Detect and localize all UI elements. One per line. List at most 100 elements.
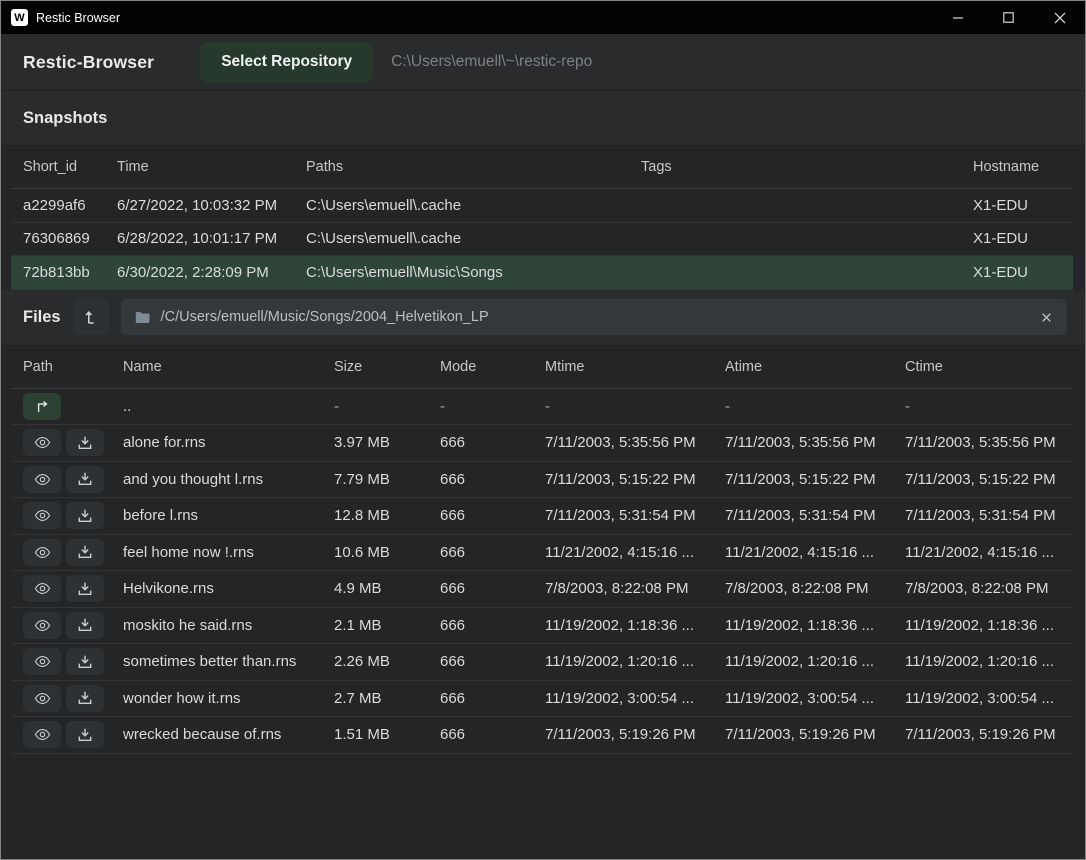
file-row: before l.rns12.8 MB6667/11/2003, 5:31:54…	[11, 498, 1073, 535]
file-mode: 666	[440, 507, 545, 524]
preview-button[interactable]	[23, 612, 61, 639]
download-button[interactable]	[66, 612, 104, 639]
file-mtime: 7/8/2003, 8:22:08 PM	[545, 580, 725, 597]
file-row: wrecked because of.rns1.51 MB666 7/11/200…	[11, 717, 1073, 754]
file-name: before l.rns	[123, 507, 334, 524]
file-size: -	[334, 398, 440, 415]
file-ctime: 11/19/2002, 1:18:36 ...	[905, 617, 1073, 634]
file-size: 2.1 MB	[334, 617, 440, 634]
header-bar: Restic-Browser Select Repository C:\User…	[1, 34, 1085, 91]
maximize-button[interactable]	[983, 1, 1034, 34]
snapshot-short-id: 76306869	[23, 230, 117, 247]
file-atime: 11/19/2002, 1:20:16 ...	[725, 653, 905, 670]
snapshots-table-body: a2299af66/27/2022, 10:03:32 PMC:\Users\e…	[1, 189, 1085, 290]
download-icon	[77, 471, 93, 487]
files-bar: Files /C/Users/emuell/Music/Songs/2004_H…	[1, 290, 1085, 346]
column-time: Time	[117, 159, 306, 175]
eye-icon	[34, 434, 51, 451]
file-atime: 7/11/2003, 5:35:56 PM	[725, 434, 905, 451]
files-title: Files	[23, 308, 61, 327]
file-mode: 666	[440, 617, 545, 634]
preview-button[interactable]	[23, 502, 61, 529]
file-size: 1.51 MB	[334, 726, 440, 743]
current-path-input[interactable]: /C/Users/emuell/Music/Songs/2004_Helveti…	[121, 299, 1067, 335]
snapshot-row[interactable]: 763068696/28/2022, 10:01:17 PMC:\Users\e…	[11, 223, 1073, 257]
file-atime: 7/11/2003, 5:15:22 PM	[725, 471, 905, 488]
column-name: Name	[123, 359, 334, 375]
preview-button[interactable]	[23, 539, 61, 566]
row-actions	[23, 393, 123, 420]
file-name: ..	[123, 398, 334, 415]
download-icon	[77, 544, 93, 560]
snapshots-title: Snapshots	[23, 109, 107, 128]
file-mode: 666	[440, 544, 545, 561]
file-mtime: 11/19/2002, 1:20:16 ...	[545, 653, 725, 670]
snapshot-time: 6/27/2022, 10:03:32 PM	[117, 197, 306, 214]
column-hostname: Hostname	[973, 159, 1073, 175]
folder-icon	[134, 309, 151, 326]
download-button[interactable]	[66, 685, 104, 712]
preview-button[interactable]	[23, 721, 61, 748]
file-ctime: 11/19/2002, 3:00:54 ...	[905, 690, 1073, 707]
window-controls	[932, 1, 1085, 34]
column-atime: Atime	[725, 359, 905, 375]
row-actions	[23, 721, 123, 748]
file-atime: 11/19/2002, 3:00:54 ...	[725, 690, 905, 707]
file-mode: 666	[440, 434, 545, 451]
file-name: wonder how it.rns	[123, 690, 334, 707]
app-title: Restic-Browser	[23, 52, 154, 73]
go-up-button[interactable]	[23, 393, 61, 420]
file-name: wrecked because of.rns	[123, 726, 334, 743]
select-repository-button[interactable]: Select Repository	[200, 42, 373, 83]
snapshot-row[interactable]: a2299af66/27/2022, 10:03:32 PMC:\Users\e…	[11, 189, 1073, 223]
eye-icon	[34, 653, 51, 670]
eye-icon	[34, 690, 51, 707]
eye-icon	[34, 726, 51, 743]
preview-button[interactable]	[23, 429, 61, 456]
file-size: 7.79 MB	[334, 471, 440, 488]
download-button[interactable]	[66, 575, 104, 602]
file-size: 12.8 MB	[334, 507, 440, 524]
file-atime: 11/21/2002, 4:15:16 ...	[725, 544, 905, 561]
repository-path-input[interactable]: C:\Users\emuell\~\restic-repo	[391, 53, 592, 71]
file-atime: 7/11/2003, 5:19:26 PM	[725, 726, 905, 743]
download-button[interactable]	[66, 648, 104, 675]
file-ctime: 7/11/2003, 5:35:56 PM	[905, 434, 1073, 451]
file-atime: -	[725, 398, 905, 415]
download-button[interactable]	[66, 502, 104, 529]
download-icon	[77, 617, 93, 633]
download-icon	[77, 508, 93, 524]
clear-path-button[interactable]	[1039, 310, 1054, 325]
preview-button[interactable]	[23, 466, 61, 493]
file-row: alone for.rns3.97 MB6667/11/2003, 5:35:5…	[11, 425, 1073, 462]
row-actions	[23, 502, 123, 529]
file-name: sometimes better than.rns	[123, 653, 334, 670]
download-button[interactable]	[66, 466, 104, 493]
file-mtime: 11/19/2002, 3:00:54 ...	[545, 690, 725, 707]
column-mtime: Mtime	[545, 359, 725, 375]
file-size: 3.97 MB	[334, 434, 440, 451]
snapshot-hostname: X1-EDU	[973, 197, 1073, 214]
minimize-button[interactable]	[932, 1, 983, 34]
download-button[interactable]	[66, 539, 104, 566]
preview-button[interactable]	[23, 685, 61, 712]
file-name: feel home now !.rns	[123, 544, 334, 561]
column-ctime: Ctime	[905, 359, 1073, 375]
up-directory-button[interactable]	[73, 299, 109, 335]
eye-icon	[34, 580, 51, 597]
download-button[interactable]	[66, 429, 104, 456]
snapshot-paths: C:\Users\emuell\Music\Songs	[306, 264, 641, 281]
app-window: W Restic Browser Restic-Browser Select R…	[0, 0, 1086, 860]
row-actions	[23, 429, 123, 456]
column-mode: Mode	[440, 359, 545, 375]
download-button[interactable]	[66, 721, 104, 748]
file-row: and you thought l.rns7.79 MB6667/11/2003…	[11, 462, 1073, 499]
preview-button[interactable]	[23, 648, 61, 675]
file-ctime: 7/11/2003, 5:15:22 PM	[905, 471, 1073, 488]
parent-directory-row: ..-----	[11, 389, 1073, 426]
file-mtime: 7/11/2003, 5:35:56 PM	[545, 434, 725, 451]
file-mode: 666	[440, 726, 545, 743]
preview-button[interactable]	[23, 575, 61, 602]
snapshot-row[interactable]: 72b813bb6/30/2022, 2:28:09 PMC:\Users\em…	[11, 256, 1073, 290]
close-button[interactable]	[1034, 1, 1085, 34]
